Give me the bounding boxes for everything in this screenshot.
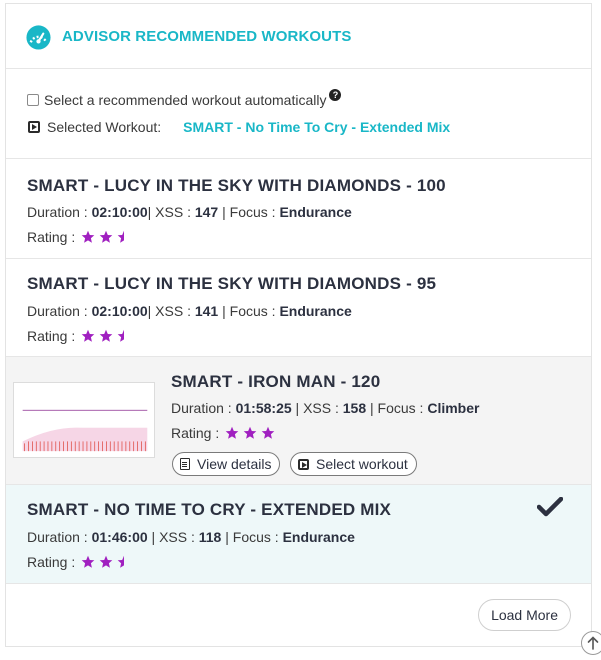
workout-meta: Duration : 02:10:00| XSS : 141 | Focus :… (27, 303, 352, 319)
workout-meta: Duration : 02:10:00| XSS : 147 | Focus :… (27, 204, 352, 220)
star-icon (81, 230, 95, 243)
focus-label: Focus : (229, 204, 276, 220)
play-square-icon (298, 458, 309, 470)
auto-select-checkbox[interactable] (27, 94, 39, 106)
focus-value: Endurance (279, 204, 352, 220)
duration-value: 01:46:00 (91, 529, 148, 545)
xss-label: XSS : (155, 303, 191, 319)
star-half-icon (117, 555, 125, 568)
question-circle-icon[interactable]: ? (329, 89, 342, 101)
panel-header: ADVISOR RECOMMENDED WORKOUTS (6, 4, 591, 69)
workout-name: SMART - IRON MAN - 120 (171, 372, 381, 391)
xss-value: 147 (194, 204, 219, 220)
document-icon (180, 458, 190, 470)
rating-label: Rating : (27, 554, 76, 570)
star-icon (99, 329, 113, 342)
duration-value: 02:10:00 (91, 204, 148, 220)
focus-value: Endurance (279, 303, 352, 319)
workout-name: SMART - LUCY IN THE SKY WITH DIAMONDS - … (27, 176, 446, 195)
workout-rating: Rating : (27, 229, 131, 245)
workout-item[interactable]: SMART - LUCY IN THE SKY WITH DIAMONDS - … (6, 259, 591, 357)
rating-stars (225, 426, 275, 440)
workout-meta: Duration : 01:58:25 | XSS : 158 | Focus … (171, 400, 480, 416)
xss-value: 118 (198, 529, 222, 545)
rating-label: Rating : (27, 229, 76, 245)
star-icon (81, 329, 95, 342)
duration-value: 01:58:25 (235, 400, 292, 416)
rating-label: Rating : (27, 328, 76, 344)
workout-name: SMART - NO TIME TO CRY - EXTENDED MIX (27, 500, 392, 519)
rating-stars (81, 230, 131, 244)
workout-item[interactable]: SMART - IRON MAN - 120 Duration : 01:58:… (6, 357, 591, 485)
duration-label: Duration : (27, 529, 88, 545)
focus-value: Endurance (282, 529, 355, 545)
workout-item[interactable]: SMART - LUCY IN THE SKY WITH DIAMONDS - … (6, 159, 591, 259)
star-half-icon (117, 230, 125, 243)
duration-value: 02:10:00 (91, 303, 148, 319)
arrow-up-circle-icon[interactable] (581, 631, 601, 655)
panel-title: ADVISOR RECOMMENDED WORKOUTS (62, 27, 352, 45)
view-details-label: View details (197, 456, 272, 472)
workout-item-selected[interactable]: SMART - NO TIME TO CRY - EXTENDED MIX Du… (6, 485, 591, 584)
star-icon (99, 555, 113, 568)
checkmark-icon (537, 497, 563, 517)
star-icon (261, 426, 275, 439)
workout-rating: Rating : (27, 554, 131, 570)
workout-profile-thumbnail (13, 382, 155, 458)
focus-value: Climber (427, 400, 480, 416)
select-workout-label: Select workout (316, 456, 408, 472)
arrow-up-icon (587, 636, 599, 650)
auto-select-row: Select a recommended workout automatical… (27, 89, 342, 108)
workout-options: Select a recommended workout automatical… (6, 69, 591, 159)
selected-workout-label: Selected Workout: (47, 119, 162, 135)
workout-meta: Duration : 01:46:00 | XSS : 118 | Focus … (27, 529, 355, 545)
focus-label: Focus : (229, 303, 276, 319)
workout-rating: Rating : (171, 425, 275, 441)
duration-label: Duration : (27, 303, 88, 319)
xss-value: 158 (342, 400, 367, 416)
star-icon (225, 426, 239, 439)
select-workout-button[interactable]: Select workout (290, 452, 417, 476)
workout-name: SMART - LUCY IN THE SKY WITH DIAMONDS - … (27, 274, 437, 293)
selected-workout-row: Selected Workout: SMART - No Time To Cry… (28, 119, 450, 135)
rating-stars (81, 329, 131, 343)
rating-label: Rating : (171, 425, 220, 441)
rating-stars (81, 555, 131, 569)
star-icon (243, 426, 257, 439)
view-details-button[interactable]: View details (172, 452, 281, 476)
focus-label: Focus : (377, 400, 424, 416)
load-more-button[interactable]: Load More (478, 599, 571, 631)
advisor-recommended-workouts-panel: ADVISOR RECOMMENDED WORKOUTS Select a re… (5, 3, 592, 647)
selected-workout-value[interactable]: SMART - No Time To Cry - Extended Mix (183, 119, 450, 135)
speedometer-icon (26, 24, 51, 50)
star-icon (99, 230, 113, 243)
xss-label: XSS : (303, 400, 339, 416)
xss-label: XSS : (159, 529, 195, 545)
xss-label: XSS : (155, 204, 191, 220)
workout-rating: Rating : (27, 328, 131, 344)
duration-label: Duration : (27, 204, 88, 220)
star-half-icon (117, 329, 125, 342)
play-square-icon (28, 121, 40, 133)
star-icon (81, 555, 95, 568)
auto-select-label[interactable]: Select a recommended workout automatical… (44, 92, 326, 108)
panel-footer: Load More (6, 584, 591, 644)
focus-label: Focus : (232, 529, 279, 545)
duration-label: Duration : (171, 400, 232, 416)
xss-value: 141 (194, 303, 219, 319)
